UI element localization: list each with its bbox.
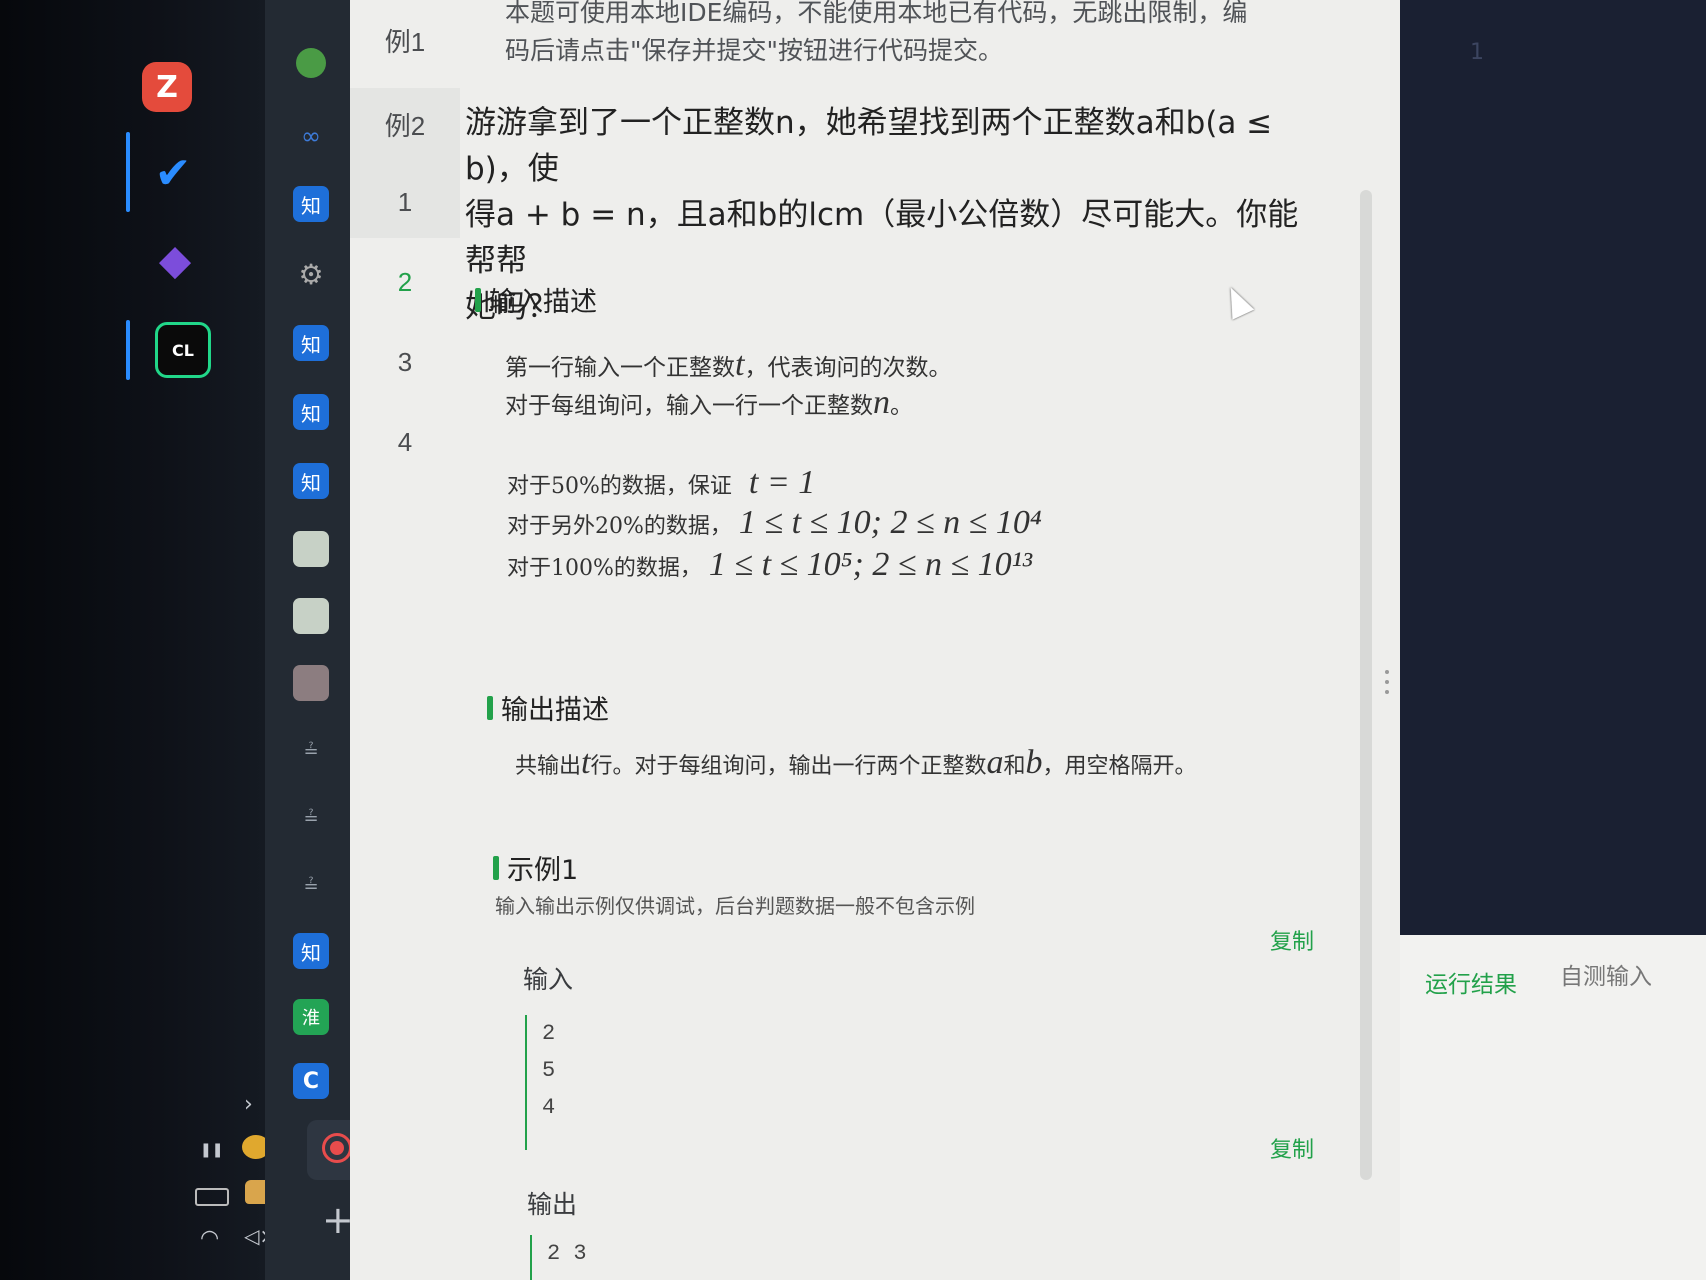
pause-icon[interactable]: ❚❚ bbox=[200, 1142, 223, 1158]
copy-input-button[interactable]: 复制 bbox=[1270, 924, 1314, 956]
section-marker bbox=[493, 855, 499, 880]
panel-resize-handle[interactable] bbox=[1385, 670, 1389, 710]
problem-content: 本题可使用本地IDE编码，不能使用本地已有代码，无跳出限制，编 码后请点击"保存… bbox=[465, 0, 1325, 1280]
input-label: 输入 bbox=[523, 965, 574, 994]
output-description-text: 共输出t行。对于每组询问，输出一行两个正整数a和b，用空格隔开。 bbox=[515, 744, 1197, 781]
problem-page: 例1 例2 1 2 3 4 本题可使用本地IDE编码，不能使用本地已有代码，无跳… bbox=[350, 0, 1405, 1280]
sample-output-box: 2 3 bbox=[530, 1235, 587, 1280]
section-marker bbox=[475, 287, 481, 312]
zend-app-icon[interactable]: Z bbox=[142, 62, 192, 112]
example-note: 输入输出示例仅供调试，后台判题数据一般不包含示例 bbox=[495, 894, 975, 918]
nav-item-example-1[interactable]: 例1 bbox=[350, 22, 460, 59]
code-editor[interactable]: 1 bbox=[1400, 0, 1706, 935]
input-line-1: 第一行输入一个正整数t，代表询问的次数。 bbox=[505, 346, 952, 383]
constraint-2: 对于另外20%的数据， 1 ≤ t ≤ 10; 2 ≤ n ≤ 10⁴ bbox=[507, 504, 1042, 541]
sample-input-box: 2 5 4 bbox=[525, 1015, 555, 1150]
nav-item-1[interactable]: 1 bbox=[350, 187, 460, 218]
gear-icon[interactable]: ⚙ bbox=[293, 256, 329, 292]
top-note: 本题可使用本地IDE编码，不能使用本地已有代码，无跳出限制，编 码后请点击"保存… bbox=[505, 0, 1248, 65]
sample-input-line: 2 bbox=[542, 1021, 556, 1046]
signal-icon-3[interactable]: ≟ bbox=[293, 868, 329, 904]
result-panel: 运行结果 自测输入 bbox=[1400, 935, 1706, 1280]
zhihu-icon-2[interactable]: 知 bbox=[293, 325, 329, 361]
constraint-1: 对于50%的数据，保证 t = 1 bbox=[507, 464, 816, 501]
nav-item-3[interactable]: 3 bbox=[350, 347, 460, 378]
tab-run-result[interactable]: 运行结果 bbox=[1425, 965, 1517, 999]
copy-output-button[interactable]: 复制 bbox=[1270, 1132, 1314, 1164]
green-dot-icon[interactable] bbox=[293, 45, 329, 81]
obsidian-app-icon[interactable]: ◆ bbox=[150, 234, 200, 284]
chevron-right-icon[interactable]: › bbox=[244, 1092, 253, 1117]
battery-icon[interactable] bbox=[195, 1188, 229, 1206]
signal-icon[interactable]: ≟ bbox=[293, 733, 329, 769]
nav-item-4[interactable]: 4 bbox=[350, 427, 460, 458]
example-1-title: 示例1 bbox=[493, 848, 578, 887]
signal-icon-2[interactable]: ≟ bbox=[293, 800, 329, 836]
image-thumbnail-icon[interactable] bbox=[293, 531, 329, 567]
zhihu-icon[interactable]: 知 bbox=[293, 186, 329, 222]
tab-custom-input[interactable]: 自测输入 bbox=[1560, 957, 1652, 991]
c-app-icon[interactable]: C bbox=[293, 1063, 329, 1099]
dock-active-indicator bbox=[126, 132, 130, 212]
vertical-scrollbar[interactable] bbox=[1360, 190, 1372, 1180]
wifi-icon[interactable]: ◠ bbox=[200, 1226, 219, 1251]
huai-app-icon[interactable]: 淮 bbox=[293, 999, 329, 1035]
sample-input-line: 5 bbox=[542, 1058, 556, 1083]
os-dock: Z ✔ ◆ CL › ❚❚ ◠ ◁× bbox=[0, 0, 276, 1280]
line-number: 1 bbox=[1470, 40, 1484, 65]
image-thumbnail-icon-2[interactable] bbox=[293, 598, 329, 634]
input-description-title: 输入描述 bbox=[475, 280, 597, 319]
question-nav: 例1 例2 1 2 3 4 bbox=[350, 0, 460, 1280]
input-line-2: 对于每组询问，输入一行一个正整数n。 bbox=[505, 384, 913, 421]
section-marker bbox=[487, 695, 493, 720]
clion-app-icon[interactable]: CL bbox=[155, 322, 211, 378]
todo-app-icon[interactable]: ✔ bbox=[148, 148, 198, 199]
image-thumbnail-icon-3[interactable] bbox=[293, 665, 329, 701]
zhihu-icon-3[interactable]: 知 bbox=[293, 394, 329, 430]
zhihu-icon-4[interactable]: 知 bbox=[293, 463, 329, 499]
dock-active-indicator-2 bbox=[126, 320, 130, 380]
output-description-title: 输出描述 bbox=[487, 688, 609, 727]
output-label: 输出 bbox=[527, 1190, 578, 1219]
constraint-3: 对于100%的数据， 1 ≤ t ≤ 10⁵; 2 ≤ n ≤ 10¹³ bbox=[507, 546, 1033, 583]
nav-item-2[interactable]: 2 bbox=[350, 267, 460, 298]
nav-item-example-2[interactable]: 例2 bbox=[350, 106, 460, 143]
sample-output-line: 2 3 bbox=[547, 1241, 587, 1266]
record-icon[interactable] bbox=[322, 1133, 352, 1163]
infinity-icon[interactable]: ∞ bbox=[293, 118, 329, 154]
sample-input-line: 4 bbox=[542, 1095, 556, 1120]
zhihu-icon-5[interactable]: 知 bbox=[293, 933, 329, 969]
